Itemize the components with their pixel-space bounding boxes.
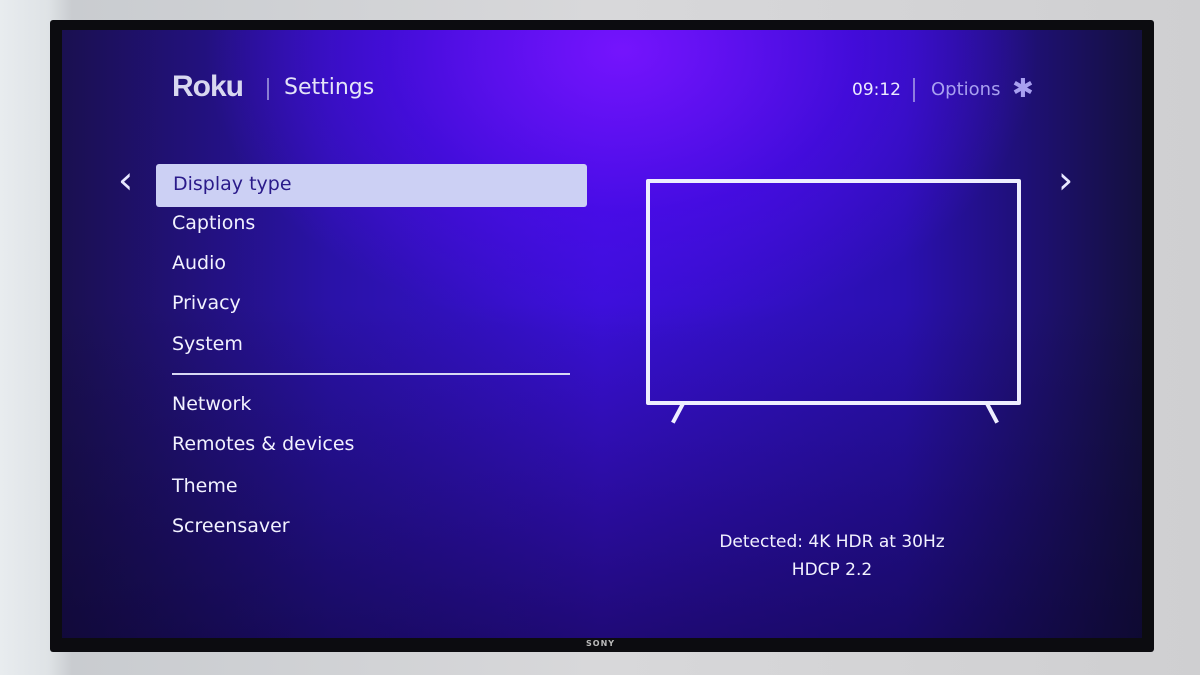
tv-icon-leg-left <box>671 402 685 424</box>
menu-item-remotes-devices[interactable]: Remotes & devices <box>172 433 354 455</box>
tv-icon <box>646 179 1021 405</box>
detected-display-text: Detected: 4K HDR at 30Hz <box>719 532 945 552</box>
hdcp-text: HDCP 2.2 <box>791 560 873 580</box>
menu-item-privacy[interactable]: Privacy <box>172 292 241 314</box>
menu-divider <box>172 373 570 375</box>
header-separator <box>267 78 269 100</box>
roku-logo: Roku <box>172 70 244 103</box>
menu-item-system[interactable]: System <box>172 333 243 355</box>
menu-item-network[interactable]: Network <box>172 393 251 415</box>
clock: 09:12 <box>852 80 901 100</box>
menu-item-display-type[interactable]: Display type <box>156 164 587 207</box>
asterisk-icon: ✱ <box>1012 74 1034 104</box>
options-separator <box>913 78 915 102</box>
options-button[interactable]: Options <box>931 79 1000 100</box>
menu-item-screensaver[interactable]: Screensaver <box>172 515 290 537</box>
menu-item-audio[interactable]: Audio <box>172 252 226 274</box>
tv-brand-logo: SONY <box>586 639 616 648</box>
page-title: Settings <box>284 75 375 100</box>
roku-settings-screen: Roku Settings 09:12 Options ✱ ‹ › Displa… <box>62 30 1142 638</box>
menu-item-theme[interactable]: Theme <box>172 475 238 497</box>
chevron-left-icon[interactable]: ‹ <box>118 158 133 202</box>
menu-item-label: Display type <box>173 173 292 195</box>
tv-icon-leg-right <box>985 402 999 424</box>
chevron-right-icon[interactable]: › <box>1058 158 1073 202</box>
menu-item-captions[interactable]: Captions <box>172 212 255 234</box>
